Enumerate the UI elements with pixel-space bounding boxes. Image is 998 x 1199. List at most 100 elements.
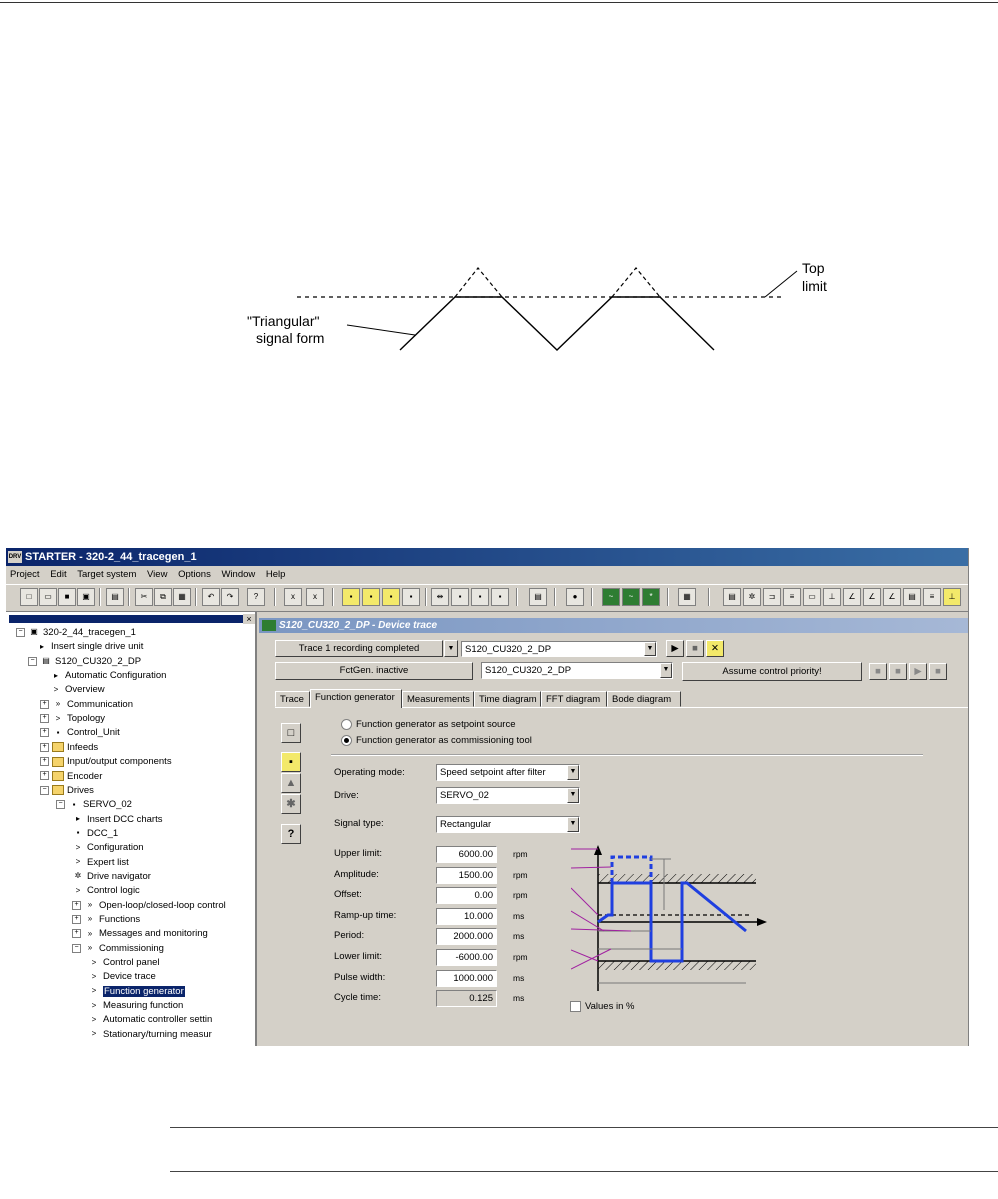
chevron-down-icon[interactable]: ▼: [567, 817, 579, 832]
curve-icon[interactable]: ∠: [863, 588, 881, 606]
tree-item[interactable]: + » Open-loop/closed-loop control: [72, 899, 226, 913]
param-input[interactable]: 0.00: [436, 887, 497, 905]
fctgen-button-2[interactable]: ■: [889, 663, 907, 680]
tree-item[interactable]: ✲ Drive navigator: [72, 870, 151, 884]
paste-icon[interactable]: ▦: [173, 588, 191, 606]
navigator-icon[interactable]: ✲: [743, 588, 761, 606]
tree-item[interactable]: + » Functions: [72, 913, 140, 927]
tree-item[interactable]: > Function generator: [88, 985, 185, 999]
assume-control-priority-button[interactable]: Assume control priority!: [682, 662, 862, 681]
trace-status-button[interactable]: Trace 1 recording completed: [275, 640, 443, 657]
collapse-icon[interactable]: −: [72, 943, 81, 953]
tree-item[interactable]: − ▪ SERVO_02: [56, 798, 132, 812]
tree-item[interactable]: + ▪ Control_Unit: [40, 726, 120, 740]
upload-icon[interactable]: ▪: [471, 588, 489, 606]
load-icon[interactable]: ▪: [281, 752, 301, 772]
redo-icon[interactable]: ↷: [221, 588, 239, 606]
tree-item[interactable]: −» Commissioning: [72, 942, 164, 956]
vf-icon[interactable]: ∠: [883, 588, 901, 606]
menu-help[interactable]: Help: [266, 569, 286, 580]
param-input[interactable]: 2000.000: [436, 928, 497, 946]
tree-item[interactable]: − Drives: [40, 784, 94, 798]
tree-item[interactable]: ▪ DCC_1: [72, 827, 119, 841]
tree-item[interactable]: + » Messages and monitoring: [72, 927, 208, 941]
control-panel-icon[interactable]: ●: [566, 588, 584, 606]
load-to-pg-icon[interactable]: ▪: [362, 588, 380, 606]
function-generator-icon[interactable]: ~: [622, 588, 640, 606]
radio-commissioning-icon[interactable]: [341, 735, 352, 746]
param-input[interactable]: -6000.00: [436, 949, 497, 966]
tree-item[interactable]: > Control panel: [88, 956, 160, 970]
undo-icon[interactable]: ↶: [202, 588, 220, 606]
expand-icon[interactable]: +: [40, 714, 49, 724]
fctgen-button-1[interactable]: ■: [869, 663, 887, 680]
restore-icon[interactable]: ▪: [491, 588, 509, 606]
expand-icon[interactable]: +: [40, 728, 49, 738]
context-help-icon[interactable]: ?: [247, 588, 265, 606]
collapse-icon[interactable]: −: [28, 656, 37, 666]
close-icon[interactable]: ×: [243, 614, 255, 624]
radio-setpoint-source[interactable]: Function generator as setpoint source: [341, 719, 515, 730]
tree-item[interactable]: ▸ Insert single drive unit: [36, 640, 143, 654]
ramp-icon[interactable]: ∠: [843, 588, 861, 606]
tab-time-diagram[interactable]: Time diagram: [474, 691, 541, 707]
list-icon[interactable]: ▤: [723, 588, 741, 606]
tree-item[interactable]: ▸ Insert DCC charts: [72, 813, 163, 827]
expand-icon[interactable]: +: [72, 929, 81, 939]
cut-icon[interactable]: ✂: [135, 588, 153, 606]
fctgen-start-icon[interactable]: ▶: [909, 663, 927, 680]
fctgen-status-button[interactable]: FctGen. inactive: [275, 662, 473, 680]
tab-bode-diagram[interactable]: Bode diagram: [607, 691, 681, 707]
drive-select[interactable]: SERVO_02 ▼: [436, 787, 580, 804]
save-compile-icon[interactable]: ▣: [77, 588, 95, 606]
tree-item[interactable]: > Overview: [50, 683, 105, 697]
tree-item[interactable]: + » Communication: [40, 698, 133, 712]
menu-edit[interactable]: Edit: [50, 569, 66, 580]
help-button[interactable]: ?: [281, 824, 301, 844]
block-icon-1[interactable]: ⊐: [763, 588, 781, 606]
tab-trace[interactable]: Trace: [275, 691, 310, 707]
trace-device-select[interactable]: S120_CU320_2_DP ▼: [461, 641, 657, 657]
new-icon[interactable]: □: [20, 588, 38, 606]
radio-setpoint-icon[interactable]: [341, 719, 352, 730]
tree-item[interactable]: > Automatic controller settin: [88, 1013, 213, 1027]
param-input[interactable]: 1500.00: [436, 866, 497, 884]
chevron-down-icon[interactable]: ▼: [660, 663, 672, 678]
extra-icon[interactable]: ⊥: [943, 588, 961, 606]
tree-item[interactable]: + Infeeds: [40, 741, 98, 755]
expand-icon[interactable]: +: [40, 742, 49, 752]
collapse-icon[interactable]: −: [56, 800, 65, 810]
block-icon-3[interactable]: ▭: [803, 588, 821, 606]
expert-list-icon[interactable]: ▤: [529, 588, 547, 606]
tools-icon[interactable]: ✱: [281, 794, 301, 814]
chevron-down-icon[interactable]: ▼: [567, 788, 579, 803]
checkbox-icon[interactable]: [570, 1001, 581, 1012]
menu-window[interactable]: Window: [221, 569, 255, 580]
collapse-icon[interactable]: −: [16, 627, 25, 637]
tab-function-generator[interactable]: Function generator: [310, 689, 402, 708]
tree-item[interactable]: − ▤ S120_CU320_2_DP: [28, 655, 141, 669]
tree-item[interactable]: > Stationary/turning measur: [88, 1028, 212, 1042]
signal-type-select[interactable]: Rectangular ▼: [436, 816, 580, 833]
tree-item[interactable]: + Input/output components: [40, 755, 172, 769]
operating-mode-select[interactable]: Speed setpoint after filter ▼: [436, 764, 580, 781]
copy-icon[interactable]: ⧉: [154, 588, 172, 606]
print-icon[interactable]: ▤: [106, 588, 124, 606]
menu-view[interactable]: View: [147, 569, 167, 580]
network-icon[interactable]: ⇹: [431, 588, 449, 606]
tree-item[interactable]: > Expert list: [72, 856, 129, 870]
tree-item[interactable]: + Encoder: [40, 770, 102, 784]
open-icon[interactable]: ▭: [39, 588, 57, 606]
filter-icon[interactable]: ≡: [923, 588, 941, 606]
chevron-down-icon[interactable]: ▼: [644, 642, 656, 656]
tree-item[interactable]: > Configuration: [72, 841, 144, 855]
tab-fft-diagram[interactable]: FFT diagram: [541, 691, 607, 707]
chevron-down-icon[interactable]: ▼: [567, 765, 579, 780]
tree-item[interactable]: > Measuring function: [88, 999, 184, 1013]
expand-icon[interactable]: +: [72, 900, 81, 910]
tree-item[interactable]: > Device trace: [88, 970, 156, 984]
save-icon[interactable]: ■: [58, 588, 76, 606]
tab-measurements[interactable]: Measurements: [402, 691, 474, 707]
tree-item[interactable]: + > Topology: [40, 712, 105, 726]
expand-icon[interactable]: +: [72, 914, 81, 924]
